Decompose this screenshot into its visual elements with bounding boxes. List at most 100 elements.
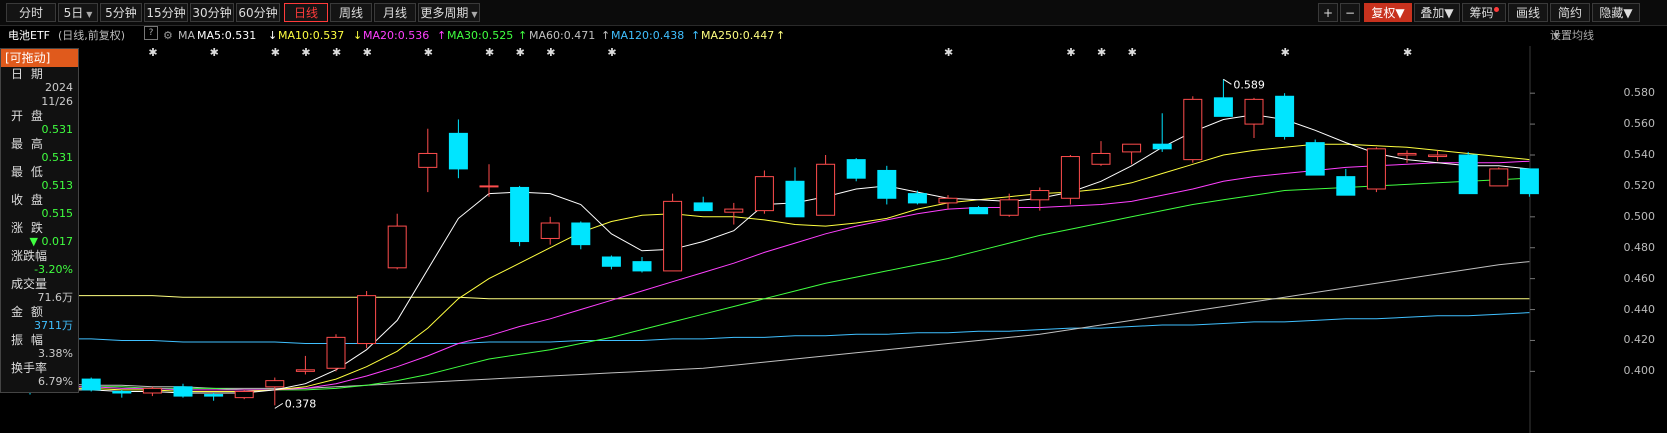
turnover-label: 换手率 (11, 361, 48, 375)
event-star-icon[interactable]: ✱ (1097, 46, 1106, 59)
candle-body (1519, 168, 1539, 195)
candle-body (1030, 190, 1050, 201)
candle-body (632, 261, 652, 272)
y-tick-label: 0.580 (1623, 86, 1656, 100)
event-star-icon[interactable]: ✱ (546, 46, 555, 59)
candle-body (295, 369, 315, 372)
pct-value: -3.20% (34, 263, 73, 276)
candle-body (1275, 95, 1295, 137)
close-value: 0.515 (41, 207, 74, 220)
event-star-icon[interactable]: ✱ (1281, 46, 1290, 59)
candle-body (907, 193, 927, 204)
candle-body (663, 200, 683, 272)
candle-body (234, 390, 254, 399)
high-label: 最 高 (11, 137, 45, 151)
ma250-line (30, 295, 1530, 300)
quote-panel[interactable]: [可拖动] 日 期 2024 11/26 开 盘 0.531 最 高 0.531… (0, 48, 79, 393)
candle-body (326, 336, 346, 369)
candle-body (1122, 143, 1142, 153)
candle-body (1244, 98, 1264, 125)
event-star-icon[interactable]: ✱ (271, 46, 280, 59)
event-star-icon[interactable]: ✱ (516, 46, 525, 59)
candle-body (265, 380, 285, 388)
candle-body (142, 387, 162, 394)
candle-body (1428, 154, 1448, 158)
candle-body (999, 199, 1019, 216)
event-star-icon[interactable]: ✱ (148, 46, 157, 59)
candle-body (81, 378, 101, 391)
event-star-icon[interactable]: ✱ (1066, 46, 1075, 59)
candle-body (418, 152, 438, 168)
candle-body (1091, 152, 1111, 165)
candle-body (1397, 152, 1417, 156)
event-star-icon[interactable]: ✱ (1403, 46, 1412, 59)
low-value: 0.513 (41, 179, 74, 192)
close-label: 收 盘 (11, 193, 45, 207)
candle-body (938, 197, 958, 204)
date-value: 11/26 (41, 95, 73, 108)
y-tick-label: 0.400 (1623, 364, 1656, 378)
ma60-line (30, 261, 1530, 389)
event-star-icon[interactable]: ✱ (301, 46, 310, 59)
event-star-icon[interactable]: ✱ (332, 46, 341, 59)
y-tick-label: 0.480 (1623, 240, 1656, 254)
candle-body (1152, 143, 1172, 150)
candle-body (1305, 142, 1325, 176)
ma120-line (29, 312, 1530, 344)
candle-body (1183, 98, 1203, 161)
candle-body (754, 176, 774, 212)
y-tick-label: 0.540 (1623, 148, 1656, 161)
candle-body (387, 225, 407, 269)
candle-body (1213, 97, 1233, 117)
ma30-line (30, 177, 1530, 391)
event-star-icon[interactable]: ✱ (1128, 46, 1137, 59)
ma20-line (30, 160, 1530, 391)
candle-body (448, 132, 468, 170)
volume-label: 成交量 (11, 277, 48, 291)
min-price-label: 0.378 (285, 397, 317, 410)
pct-label: 涨跌幅 (11, 249, 48, 263)
candle-body (1458, 154, 1478, 195)
amplitude-value: 3.38% (38, 347, 73, 360)
amount-label: 金 额 (11, 305, 45, 319)
event-star-icon[interactable]: ✱ (424, 46, 433, 59)
candle-body (693, 202, 713, 212)
ma5-line (30, 114, 1530, 394)
ma10-line (30, 143, 1530, 392)
event-star-icon[interactable]: ✱ (607, 46, 616, 59)
event-star-icon[interactable]: ✱ (485, 46, 494, 59)
candle-body (1336, 176, 1356, 196)
candle-body (112, 390, 132, 394)
kline-chart[interactable]: 0.589 0.378 (0, 0, 1667, 433)
y-tick-label: 0.560 (1623, 117, 1656, 131)
amount-value: 3711万 (34, 319, 73, 332)
y-tick-label: 0.460 (1623, 271, 1656, 285)
candle-body (785, 180, 805, 218)
event-star-icon[interactable]: ✱ (363, 46, 372, 59)
candle-body (846, 159, 866, 179)
candle-body (540, 222, 560, 239)
y-tick-label: 0.520 (1623, 178, 1656, 192)
panel-drag-header[interactable]: [可拖动] (1, 49, 78, 67)
candle-body (204, 394, 224, 397)
y-tick-label: 0.420 (1623, 333, 1656, 347)
high-value: 0.531 (41, 151, 74, 164)
min-arrow (274, 402, 284, 409)
candle-body (969, 207, 989, 215)
candle-body (1366, 148, 1386, 190)
y-tick-label: 0.500 (1623, 209, 1656, 223)
date-label: 日 期 (11, 67, 45, 81)
y-tick-label: 0.440 (1623, 302, 1656, 316)
max-arrow (1223, 78, 1232, 85)
candle-body (816, 163, 836, 216)
turnover-value: 6.79% (38, 375, 73, 388)
event-star-icon[interactable]: ✱ (944, 46, 953, 59)
open-label: 开 盘 (11, 109, 45, 123)
volume-value: 71.6万 (37, 291, 74, 304)
low-label: 最 低 (11, 165, 45, 179)
candle-body (479, 185, 499, 188)
max-price-label: 0.589 (1233, 78, 1265, 91)
candle-body (601, 256, 621, 267)
change-label: 涨 跌 (11, 221, 45, 235)
event-star-icon[interactable]: ✱ (210, 46, 219, 59)
